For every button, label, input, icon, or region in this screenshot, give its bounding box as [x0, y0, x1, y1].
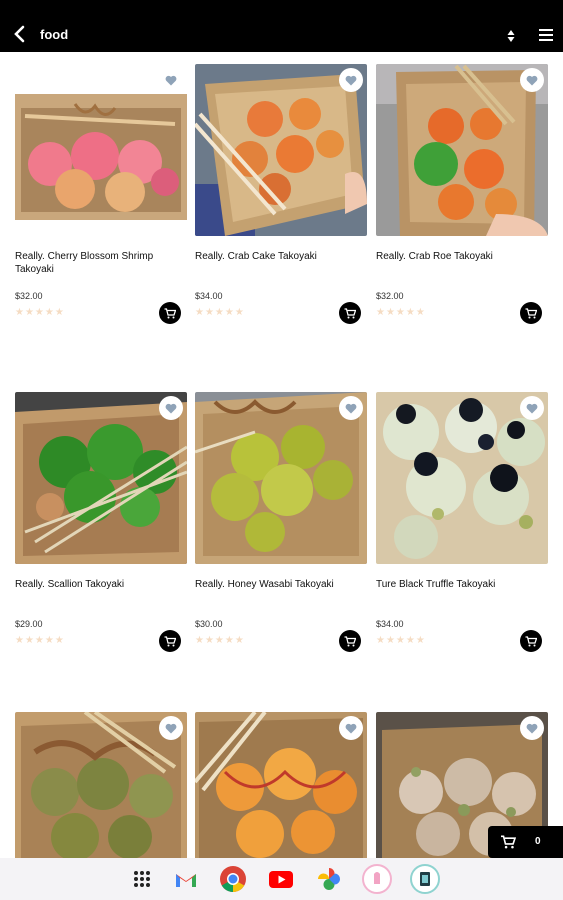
favorite-heart-icon[interactable]: [159, 68, 183, 92]
menu-icon[interactable]: [538, 28, 554, 42]
gmail-icon[interactable]: [171, 864, 201, 894]
sort-icon[interactable]: [506, 29, 516, 43]
photos-icon[interactable]: [314, 864, 344, 894]
product-name[interactable]: Really. Honey Wasabi Takoyaki: [195, 578, 355, 591]
cart-icon: [500, 835, 517, 854]
favorite-heart-icon[interactable]: [339, 68, 363, 92]
chrome-icon[interactable]: [218, 864, 248, 894]
product-photo[interactable]: [376, 392, 548, 564]
product-rating: ★★★★★: [15, 307, 65, 318]
app-drawer-icon[interactable]: [127, 864, 157, 894]
favorite-heart-icon[interactable]: [159, 716, 183, 740]
add-to-cart-button[interactable]: [339, 630, 361, 652]
cart-count: 0: [535, 836, 541, 847]
add-to-cart-button[interactable]: [520, 302, 542, 324]
add-to-cart-button[interactable]: [159, 630, 181, 652]
floating-cart-button[interactable]: 0: [488, 826, 563, 858]
product-name[interactable]: Really. Cherry Blossom Shrimp Takoyaki: [15, 250, 175, 276]
product-name[interactable]: Really. Crab Roe Takoyaki: [376, 250, 536, 263]
add-to-cart-button[interactable]: [520, 630, 542, 652]
product-rating: ★★★★★: [15, 635, 65, 646]
product-price: $34.00: [376, 619, 404, 629]
add-to-cart-button[interactable]: [339, 302, 361, 324]
product-grid: Really. Cherry Blossom Shrimp Takoyaki $…: [0, 52, 563, 858]
product-photo[interactable]: [376, 64, 548, 236]
favorite-heart-icon[interactable]: [339, 396, 363, 420]
product-name[interactable]: Ture Black Truffle Takoyaki: [376, 578, 536, 591]
favorite-heart-icon[interactable]: [520, 396, 544, 420]
favorite-heart-icon[interactable]: [520, 716, 544, 740]
product-rating: ★★★★★: [376, 635, 426, 646]
product-price: $32.00: [15, 291, 43, 301]
product-photo[interactable]: [15, 392, 187, 564]
product-name[interactable]: Really. Crab Cake Takoyaki: [195, 250, 355, 263]
product-rating: ★★★★★: [195, 635, 245, 646]
favorite-heart-icon[interactable]: [159, 396, 183, 420]
app-dock: [0, 858, 563, 900]
product-rating: ★★★★★: [195, 307, 245, 318]
teal-app-icon[interactable]: [410, 864, 440, 894]
youtube-icon[interactable]: [266, 864, 296, 894]
product-photo[interactable]: [15, 64, 187, 236]
page-title: food: [40, 27, 69, 42]
product-price: $29.00: [15, 619, 43, 629]
top-bar: food: [0, 0, 563, 52]
product-price: $32.00: [376, 291, 404, 301]
favorite-heart-icon[interactable]: [339, 716, 363, 740]
back-icon[interactable]: [12, 24, 28, 44]
product-price: $34.00: [195, 291, 223, 301]
pink-app-icon[interactable]: [362, 864, 392, 894]
product-photo[interactable]: [195, 392, 367, 564]
add-to-cart-button[interactable]: [159, 302, 181, 324]
product-name[interactable]: Really. Scallion Takoyaki: [15, 578, 175, 591]
product-photo[interactable]: [195, 64, 367, 236]
favorite-heart-icon[interactable]: [520, 68, 544, 92]
product-rating: ★★★★★: [376, 307, 426, 318]
product-price: $30.00: [195, 619, 223, 629]
